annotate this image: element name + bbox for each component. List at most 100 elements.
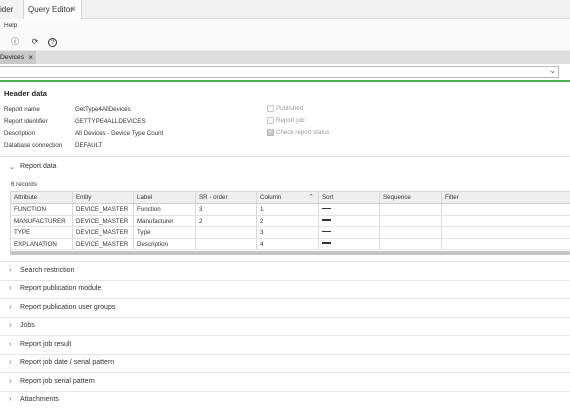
column-header-sr-order[interactable]: SR - order (196, 192, 257, 203)
table-row[interactable]: TYPE DEVICE_MASTER Type 3 (11, 227, 570, 239)
section-report-publication-user-groups[interactable]: › Report publication user groups (0, 299, 570, 318)
chevron-right-icon: › (9, 378, 12, 385)
cell-sort[interactable] (319, 227, 380, 238)
cell-filter (442, 216, 570, 227)
cell-sr-order (196, 238, 257, 249)
column-header-sort[interactable]: Sort (319, 192, 380, 203)
description-value: All Devices - Device Type Count (75, 130, 164, 137)
chevron-right-icon: › (9, 341, 12, 348)
check-report-status-checkbox[interactable] (267, 128, 274, 136)
tab-label: Query Editor (28, 5, 73, 14)
cell-filter (442, 204, 570, 215)
section-report-data[interactable]: ⌄ Report data (0, 158, 570, 177)
selector-bar: ⌄ (0, 64, 570, 80)
section-label: Attachments (20, 396, 59, 403)
cell-entity: DEVICE_MASTER (73, 204, 134, 215)
cell-sort[interactable] (319, 204, 380, 215)
table-row[interactable]: MANUFACTURER DEVICE_MASTER Manufacturer … (11, 215, 570, 227)
chevron-right-icon: › (9, 285, 12, 292)
close-icon[interactable]: × (28, 51, 33, 64)
cell-label: Type (134, 227, 196, 238)
section-label: Search restriction (20, 267, 75, 274)
cell-column: 4 (257, 238, 319, 249)
section-label: Report job serial pattern (20, 378, 95, 385)
cell-entity: DEVICE_MASTER (73, 215, 134, 226)
column-header-column[interactable]: Column ⌃ (257, 192, 319, 203)
cell-column: 2 (257, 215, 319, 226)
report-identifier-value: GETTYPE4ALLDEVICES (75, 118, 146, 125)
report-select[interactable]: ⌄ (0, 66, 559, 78)
record-count: 6 records (11, 181, 37, 188)
help-icon[interactable]: ? (48, 37, 57, 47)
tab-bar: ider Query Editor × (0, 0, 570, 19)
section-jobs[interactable]: › Jobs (0, 317, 570, 336)
tab-label: ider (0, 5, 14, 14)
column-header-label[interactable]: Label (134, 192, 196, 203)
section-search-restriction[interactable]: › Search restriction (0, 262, 570, 281)
sort-none-icon (322, 219, 331, 221)
cell-entity: DEVICE_MASTER (73, 227, 134, 238)
published-label: Published (276, 105, 304, 112)
section-label: Jobs (20, 322, 35, 329)
cell-attribute: FUNCTION (11, 204, 73, 215)
section-report-publication-module[interactable]: › Report publication module (0, 280, 570, 299)
toolbar: ⓘ ⟳ ? (0, 33, 570, 51)
cell-attribute: MANUFACTURER (11, 215, 73, 226)
chevron-right-icon: › (9, 322, 12, 329)
table-row[interactable]: EXPLANATION DEVICE_MASTER Description 4 (11, 238, 570, 250)
info-icon[interactable]: ⓘ (10, 37, 20, 47)
chevron-right-icon: › (9, 304, 12, 311)
chevron-right-icon: › (9, 359, 12, 366)
horizontal-scrollbar[interactable] (10, 251, 570, 255)
cell-label: Manufacturer (134, 215, 196, 226)
section-label: Report publication module (20, 285, 102, 292)
column-header-entity[interactable]: Entity (73, 192, 134, 203)
table-header: Attribute Entity Label SR - order Column… (11, 191, 570, 204)
cell-label: Function (134, 204, 196, 215)
divider (0, 156, 570, 157)
report-job-checkbox[interactable] (267, 117, 274, 124)
refresh-icon[interactable]: ⟳ (30, 37, 40, 47)
section-label: Report data (20, 163, 57, 170)
section-report-job-date-serial-pattern[interactable]: › Report job date / serial pattern (0, 354, 570, 373)
cell-attribute: EXPLANATION (11, 238, 73, 249)
cell-sort[interactable] (319, 238, 380, 249)
column-header-attribute[interactable]: Attribute (11, 192, 73, 203)
column-header-sequence[interactable]: Sequence (380, 192, 442, 203)
chevron-down-icon: ⌄ (9, 164, 15, 171)
section-report-job-result[interactable]: › Report job result (0, 336, 570, 355)
report-identifier-label: Report identifier (4, 118, 48, 125)
close-icon[interactable]: × (71, 0, 76, 19)
accent-line (0, 80, 570, 82)
sort-ascending-icon[interactable]: ⌃ (308, 192, 314, 203)
cell-sort[interactable] (319, 215, 380, 226)
cell-filter (442, 227, 570, 238)
report-job-label: Report job (276, 117, 305, 124)
menu-item-help[interactable]: Help (4, 22, 17, 29)
chevron-down-icon[interactable]: ⌄ (549, 66, 556, 75)
menu-bar: Help (0, 19, 570, 33)
table-row[interactable]: FUNCTION DEVICE_MASTER Function 3 1 (11, 204, 570, 216)
description-label: Description (4, 130, 35, 137)
published-checkbox[interactable] (267, 105, 274, 112)
cell-sequence (380, 227, 442, 238)
section-attachments[interactable]: › Attachments (0, 391, 570, 410)
database-connection-value: DEFAULT (75, 142, 103, 149)
report-name-value: GetType4AllDevices (75, 106, 131, 113)
tab-query-editor[interactable]: Query Editor × (24, 0, 82, 19)
cell-sequence (380, 215, 442, 226)
section-report-job-serial-pattern[interactable]: › Report job serial pattern (0, 373, 570, 392)
sort-none-icon (322, 207, 331, 210)
column-header-filter[interactable]: Filter (442, 192, 570, 203)
section-label: Report job result (20, 341, 72, 348)
cell-filter (442, 239, 570, 250)
tab-previous[interactable]: ider (0, 0, 24, 19)
tab-devices[interactable]: Devices × (0, 51, 36, 64)
header-data-title: Header data (4, 89, 47, 98)
cell-sr-order: 2 (196, 215, 257, 226)
cell-column: 3 (257, 227, 319, 238)
cell-sequence (380, 204, 442, 215)
document-tab-bar: Devices × (0, 51, 570, 64)
section-label: Report publication user groups (20, 304, 116, 311)
chevron-right-icon: › (9, 396, 12, 403)
